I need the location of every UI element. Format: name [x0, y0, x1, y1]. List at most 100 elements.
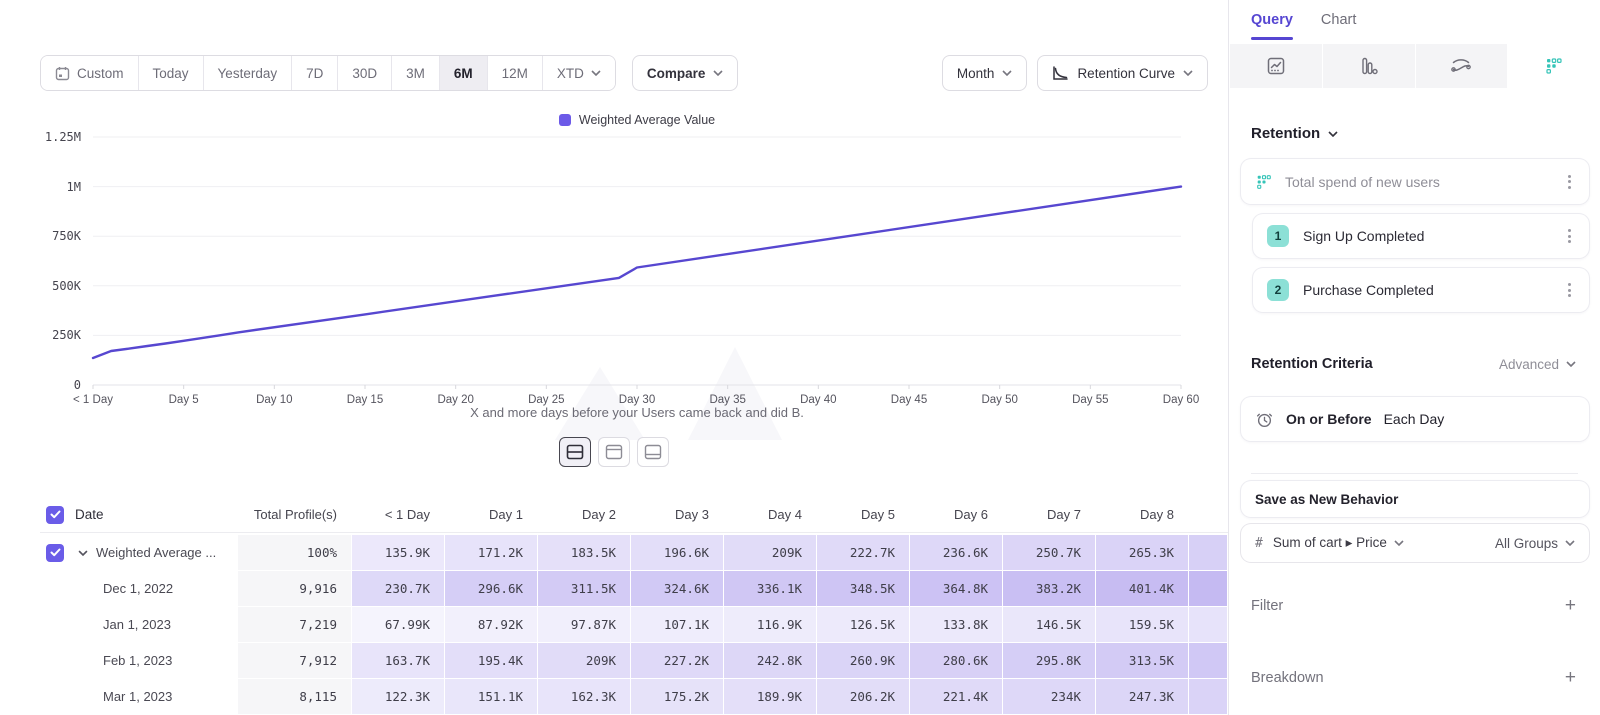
y-axis-label: 0	[9, 378, 81, 392]
report-section-header[interactable]: Retention	[1251, 125, 1338, 142]
measure-property-dropdown[interactable]: Sum of cart ▸ Price	[1273, 535, 1404, 551]
date-cell: Weighted Average ...	[40, 535, 238, 570]
table-row[interactable]: Jan 1, 20237,21967.99K87.92K97.87K107.1K…	[40, 607, 1228, 642]
query-builder-sidebar: Query Chart Retention Total spend of new…	[1228, 0, 1600, 715]
criteria-window-label: Each Day	[1384, 411, 1445, 427]
x-axis-label: Day 40	[776, 394, 860, 406]
day-value-cell-partial	[1189, 571, 1227, 606]
total-profiles-header: Total Profile(s)	[238, 497, 351, 532]
day-value-cell: 348.5K	[817, 571, 909, 606]
table-row[interactable]: Feb 1, 20237,912163.7K195.4K209K227.2K24…	[40, 643, 1228, 678]
behavior-title: Total spend of new users	[1285, 174, 1440, 190]
total-profiles-cell: 100%	[238, 535, 351, 570]
step-card-1[interactable]: 1 Sign Up Completed	[1253, 214, 1589, 258]
day-value-cell: 296.6K	[445, 571, 537, 606]
retention-report-app: CustomTodayYesterday7D30D3M6M12MXTD Comp…	[0, 0, 1600, 715]
toolbar-right-group: Month Retention Curve	[942, 55, 1208, 91]
range-3m[interactable]: 3M	[392, 56, 440, 90]
x-axis-label: Day 15	[323, 394, 407, 406]
day-column-header: Day 6	[910, 497, 1002, 532]
x-axis-label: Day 45	[867, 394, 951, 406]
flows-icon[interactable]	[1416, 44, 1509, 88]
granularity-label: Month	[957, 66, 995, 81]
date-column-header: Date	[75, 507, 104, 522]
range-xtd[interactable]: XTD	[543, 56, 615, 90]
add-breakdown-button[interactable]: +	[1565, 668, 1576, 687]
day-column-header: < 1 Day	[352, 497, 444, 532]
day-value-cell: 116.9K	[724, 607, 816, 642]
row-checkbox[interactable]	[46, 544, 64, 562]
day-value-cell: 401.4K	[1096, 571, 1188, 606]
chart-caption: X and more days before your Users came b…	[93, 405, 1181, 420]
range-7d[interactable]: 7D	[292, 56, 338, 90]
chart-only-toggle[interactable]	[598, 437, 630, 467]
tab-query[interactable]: Query	[1251, 12, 1293, 40]
collapse-row-icon[interactable]	[76, 546, 90, 560]
table-header-row: DateTotal Profile(s)< 1 DayDay 1Day 2Day…	[40, 497, 1228, 533]
row-label: Dec 1, 2022	[103, 581, 173, 596]
save-button-label: Save as New Behavior	[1255, 492, 1398, 507]
date-cell: Date	[40, 497, 238, 532]
criteria-mode-dropdown[interactable]: Advanced	[1499, 357, 1576, 372]
day-value-cell-partial	[1189, 643, 1227, 678]
day-value-cell-partial	[1189, 497, 1227, 532]
day-value-cell-partial	[1189, 535, 1227, 570]
day-value-cell: 336.1K	[724, 571, 816, 606]
add-filter-button[interactable]: +	[1565, 596, 1576, 615]
day-value-cell: 183.5K	[538, 535, 630, 570]
split-view-toggle[interactable]	[559, 437, 591, 467]
retention-curve-icon	[1052, 66, 1069, 81]
save-as-new-behavior-button[interactable]: Save as New Behavior	[1241, 481, 1589, 517]
total-profiles-cell: 9,916	[238, 571, 351, 606]
table-row[interactable]: Mar 1, 20238,115122.3K151.1K162.3K175.2K…	[40, 679, 1228, 714]
layout-toggle-group	[0, 437, 1228, 467]
table-row[interactable]: Weighted Average ...100%135.9K171.2K183.…	[40, 535, 1228, 570]
chevron-down-icon	[1328, 131, 1338, 137]
x-axis-label: Day 30	[595, 394, 679, 406]
step-menu-button[interactable]	[1564, 279, 1575, 301]
table-only-toggle[interactable]	[637, 437, 669, 467]
retention-criteria-row: Retention Criteria Advanced	[1251, 356, 1576, 372]
range-custom[interactable]: Custom	[41, 56, 139, 90]
row-label: Feb 1, 2023	[103, 653, 172, 668]
date-cell: Mar 1, 2023	[40, 679, 238, 714]
criteria-label: Retention Criteria	[1251, 356, 1373, 372]
tab-chart[interactable]: Chart	[1321, 12, 1356, 40]
range-30d[interactable]: 30D	[338, 56, 392, 90]
day-value-cell: 122.3K	[352, 679, 444, 714]
day-value-cell: 151.1K	[445, 679, 537, 714]
range-today[interactable]: Today	[139, 56, 204, 90]
day-value-cell: 227.2K	[631, 643, 723, 678]
retention-icon[interactable]	[1508, 44, 1600, 88]
chart-legend[interactable]: Weighted Average Value	[93, 113, 1181, 127]
day-value-cell: 234K	[1003, 679, 1095, 714]
range-yesterday[interactable]: Yesterday	[204, 56, 293, 90]
funnels-icon[interactable]	[1323, 44, 1416, 88]
x-axis-label: Day 10	[232, 394, 316, 406]
step-number-badge: 2	[1267, 279, 1289, 301]
compare-button[interactable]: Compare	[632, 55, 739, 91]
chevron-down-icon	[591, 70, 601, 76]
row-checkbox[interactable]	[46, 506, 64, 524]
filter-row: Filter +	[1251, 596, 1576, 615]
range-6m[interactable]: 6M	[440, 56, 488, 90]
insights-icon[interactable]	[1230, 44, 1323, 88]
range-12m[interactable]: 12M	[488, 56, 543, 90]
measure-row: # Sum of cart ▸ Price All Groups	[1241, 524, 1589, 562]
criteria-condition-card[interactable]: On or Before Each Day	[1241, 397, 1589, 441]
y-axis-label: 1.25M	[9, 130, 81, 144]
retention-curve-line[interactable]	[93, 187, 1181, 358]
day-value-cell: 265.3K	[1096, 535, 1188, 570]
granularity-dropdown[interactable]: Month	[942, 55, 1028, 91]
day-value-cell: 209K	[724, 535, 816, 570]
step-menu-button[interactable]	[1564, 225, 1575, 247]
behavior-menu-button[interactable]	[1564, 171, 1575, 193]
behavior-card[interactable]: Total spend of new users	[1241, 159, 1589, 204]
day-value-cell: 133.8K	[910, 607, 1002, 642]
groups-dropdown[interactable]: All Groups	[1495, 536, 1575, 551]
table-row[interactable]: Dec 1, 20229,916230.7K296.6K311.5K324.6K…	[40, 571, 1228, 606]
filter-label: Filter	[1251, 598, 1283, 614]
day-value-cell: 146.5K	[1003, 607, 1095, 642]
chart-type-dropdown[interactable]: Retention Curve	[1037, 55, 1208, 91]
step-card-2[interactable]: 2 Purchase Completed	[1253, 268, 1589, 312]
